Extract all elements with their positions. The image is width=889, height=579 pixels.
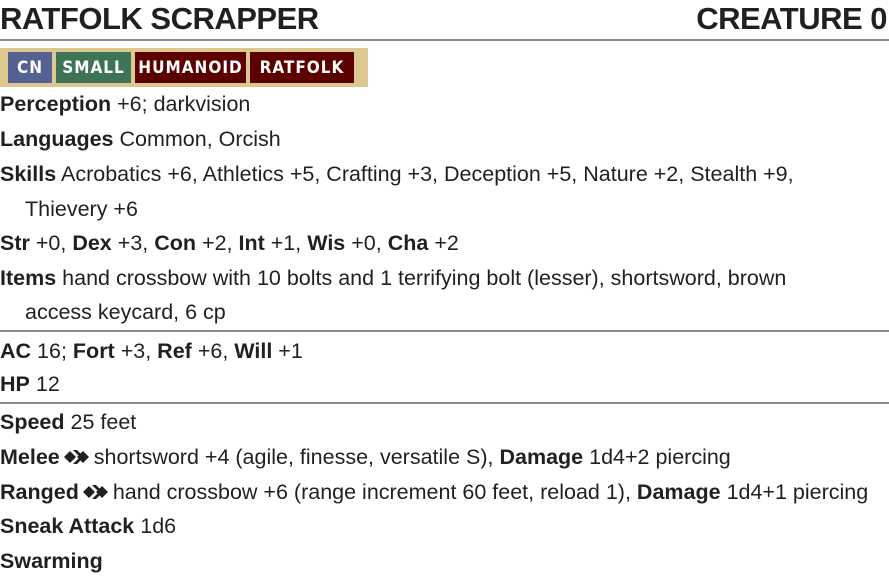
defense-line: AC 16; Fort +3, Ref +6, Will +1: [0, 339, 303, 363]
speed-line: Speed 25 feet: [0, 407, 136, 437]
hp-value: 12: [35, 372, 60, 396]
will-label: Will: [234, 339, 273, 363]
ability-scores-line: Str +0, Dex +3, Con +2, Int +1, Wis +0, …: [0, 231, 459, 255]
fort-value: +3: [120, 339, 146, 363]
wis-label: Wis: [307, 231, 346, 255]
ref-label: Ref: [157, 339, 192, 363]
hp-line: HP 12: [0, 369, 60, 399]
items-line: Items hand crossbow with 10 bolts and 1 …: [0, 263, 786, 293]
items-label: Items: [0, 266, 57, 290]
str-value: +0: [35, 231, 61, 255]
hp-label: HP: [0, 372, 30, 396]
skills-value-continued: Thievery +6: [25, 197, 138, 221]
speed-label: Speed: [0, 410, 65, 434]
trait-size: SMALL: [56, 52, 131, 83]
section-divider: [0, 330, 889, 332]
melee-damage-value: 1d4+2 piercing: [589, 445, 731, 469]
melee-attack: shortsword +4 (agile, finesse, versatile…: [93, 445, 494, 469]
swarming-line: Swarming: [0, 546, 103, 576]
cha-label: Cha: [387, 231, 429, 255]
skills-line: Skills Acrobatics +6, Athletics +5, Craf…: [0, 159, 794, 189]
skills-line-continued: Thievery +6: [25, 194, 138, 224]
languages-value: Common, Orcish: [119, 127, 281, 151]
header-divider: [0, 39, 889, 41]
trait-ratfolk: RATFOLK: [250, 52, 354, 83]
fort-label: Fort: [72, 339, 115, 363]
dex-label: Dex: [72, 231, 112, 255]
sneak-attack-line: Sneak Attack 1d6: [0, 511, 176, 541]
trait-alignment: CN: [8, 52, 52, 83]
items-line-continued: access keycard, 6 cp: [25, 297, 226, 327]
skills-label: Skills: [0, 162, 57, 186]
ac-label: AC: [0, 339, 32, 363]
perception-label: Perception: [0, 92, 112, 116]
melee-label: Melee: [0, 445, 60, 469]
sneak-attack-label: Sneak Attack: [0, 514, 135, 538]
ac-value: 16: [37, 339, 61, 363]
ranged-label: Ranged: [0, 480, 79, 504]
stat-block-header: RATFOLK SCRAPPER CREATURE 0: [0, 0, 889, 38]
speed-value: 25 feet: [70, 410, 137, 434]
int-label: Int: [238, 231, 265, 255]
stat-block: RATFOLK SCRAPPER CREATURE 0 CN SMALL HUM…: [0, 0, 889, 579]
swarming-label: Swarming: [0, 549, 103, 573]
items-value: hand crossbow with 10 bolts and 1 terrif…: [62, 266, 787, 290]
ranged-damage-value: 1d4+1 piercing: [726, 480, 869, 504]
ranged-attack: hand crossbow +6 (range increment 60 fee…: [112, 480, 631, 504]
single-action-icon: [63, 450, 89, 464]
perception-line: Perception +6; darkvision: [0, 89, 250, 119]
creature-name: RATFOLK SCRAPPER: [0, 1, 319, 36]
int-value: +1: [270, 231, 296, 255]
sneak-attack-value: 1d6: [140, 514, 177, 538]
str-label: Str: [0, 231, 30, 255]
dex-value: +3: [117, 231, 143, 255]
ranged-line: Ranged hand crossbow +6 (range increment …: [0, 477, 868, 507]
ranged-damage-label: Damage: [636, 480, 721, 504]
languages-label: Languages: [0, 127, 114, 151]
creature-level: CREATURE 0: [696, 1, 887, 36]
ref-value: +6: [197, 339, 223, 363]
languages-line: Languages Common, Orcish: [0, 124, 281, 154]
melee-line: Melee shortsword +4 (agile, finesse, vers…: [0, 442, 731, 472]
will-value: +1: [278, 339, 303, 363]
con-label: Con: [154, 231, 197, 255]
items-value-continued: access keycard, 6 cp: [25, 300, 226, 324]
single-action-icon: [82, 485, 108, 499]
skills-value: Acrobatics +6, Athletics +5, Crafting +3…: [60, 162, 794, 186]
cha-value: +2: [434, 231, 459, 255]
perception-value: +6; darkvision: [117, 92, 251, 116]
con-value: +2: [202, 231, 227, 255]
melee-damage-label: Damage: [499, 445, 584, 469]
trait-bar: CN SMALL HUMANOID RATFOLK: [0, 48, 368, 87]
wis-value: +0: [351, 231, 376, 255]
section-divider-2: [0, 402, 889, 404]
trait-humanoid: HUMANOID: [135, 52, 246, 83]
